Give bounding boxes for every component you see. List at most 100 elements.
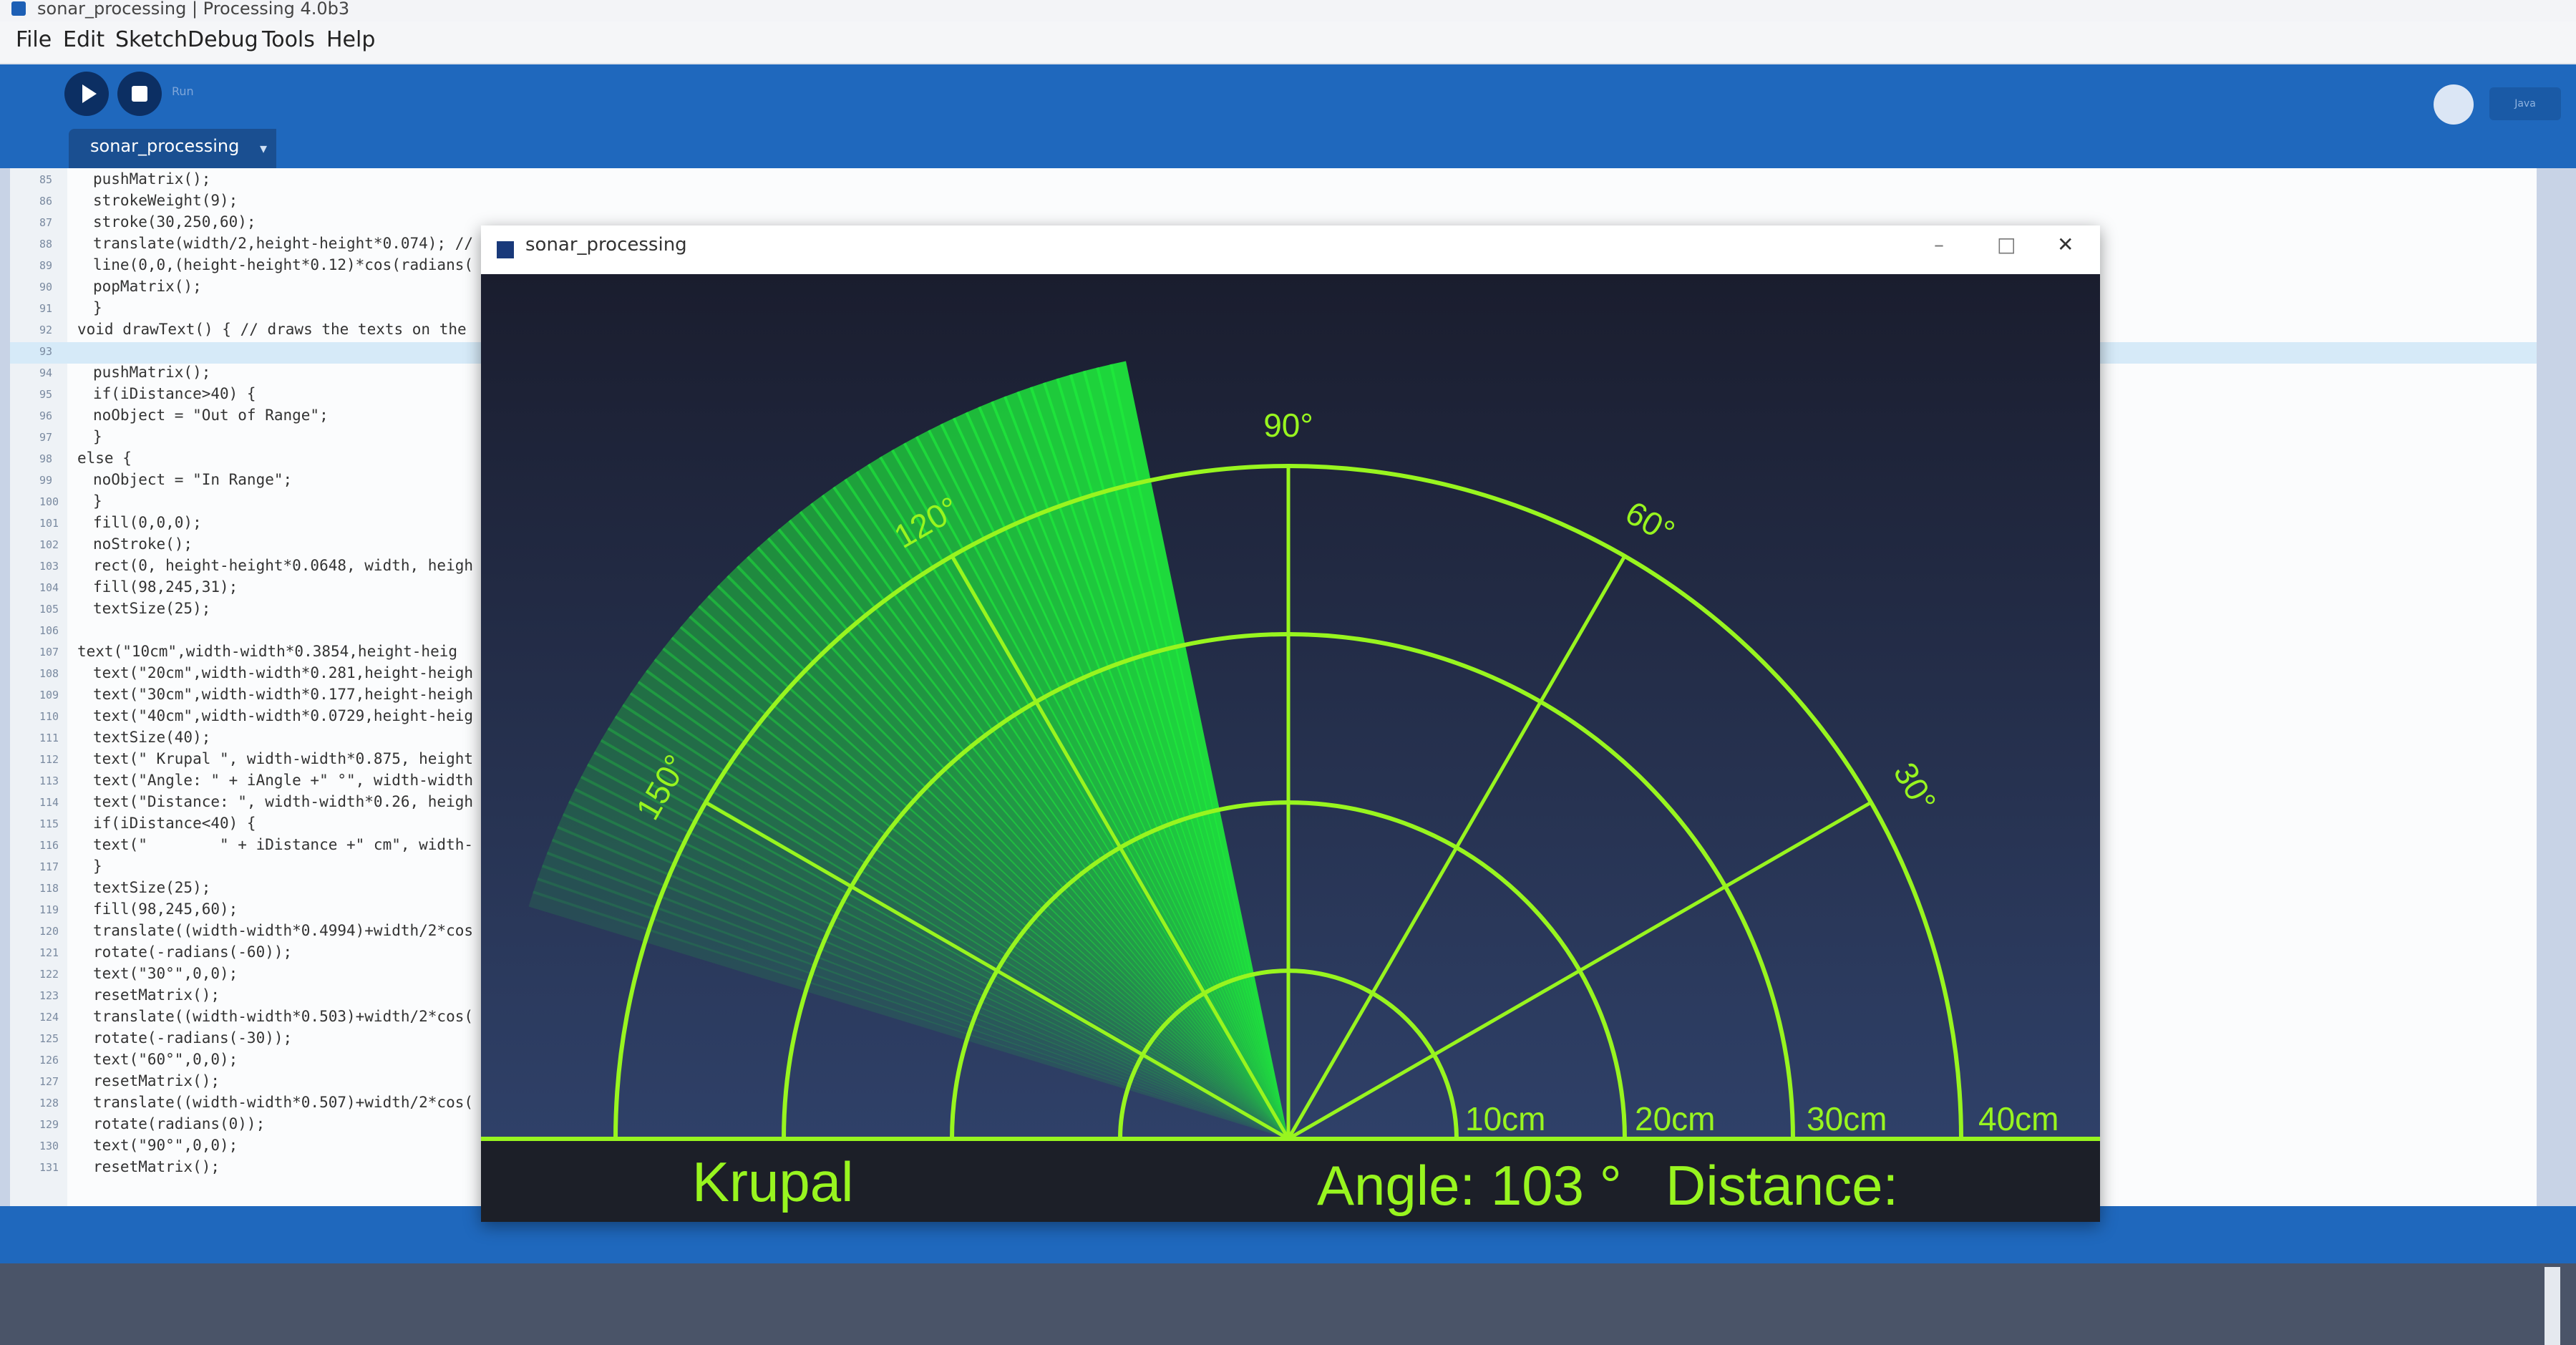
- code-line: else {: [77, 450, 132, 467]
- line-number: 113: [39, 775, 59, 787]
- debug-button[interactable]: [2434, 84, 2474, 125]
- sketch-window-title: sonar_processing: [525, 234, 687, 256]
- processing-app-icon: [11, 1, 26, 16]
- line-number: 105: [39, 603, 59, 616]
- range-label-10cm: 10cm: [1465, 1100, 1545, 1137]
- code-line: text("Distance: ", width-width*0.26, hei…: [93, 793, 474, 810]
- code-line: if(iDistance>40) {: [93, 385, 256, 402]
- window-title: sonar_processing | Processing 4.0b3: [37, 0, 350, 19]
- menu-sketch[interactable]: Sketch: [115, 27, 188, 52]
- code-line: }: [93, 299, 102, 316]
- angle-label-90: 90°: [1263, 407, 1313, 444]
- menu-file[interactable]: File: [16, 27, 52, 52]
- line-number: 123: [39, 989, 59, 1002]
- line-number: 111: [39, 732, 59, 744]
- line-number: 117: [39, 860, 59, 873]
- range-label-20cm: 20cm: [1635, 1100, 1715, 1137]
- line-number: 104: [39, 581, 59, 594]
- code-line: fill(98,245,60);: [93, 900, 238, 918]
- line-number: 119: [39, 903, 59, 916]
- line-number: 99: [39, 474, 53, 487]
- line-number: 93: [39, 345, 53, 358]
- code-line: noObject = "Out of Range";: [93, 407, 329, 424]
- line-number: 120: [39, 925, 59, 938]
- line-number: 96: [39, 409, 53, 422]
- code-line: popMatrix();: [93, 278, 202, 295]
- code-line: line(0,0,(height-height*0.12)*cos(radian…: [93, 256, 474, 273]
- console-area: [0, 1263, 2576, 1345]
- maximize-button[interactable]: □: [1997, 233, 2016, 256]
- code-line: resetMatrix();: [93, 1158, 220, 1175]
- minimize-button[interactable]: –: [1934, 233, 1944, 256]
- radar-canvas: 90° 60° 30° 120° 150° 10cm 20cm 30cm 40c…: [481, 274, 2100, 1222]
- line-number: 86: [39, 195, 53, 208]
- line-number: 124: [39, 1011, 59, 1024]
- name-label: Krupal: [692, 1150, 853, 1213]
- line-number: 94: [39, 366, 53, 379]
- code-line: text("10cm",width-width*0.3854,height-he…: [77, 643, 458, 660]
- code-line: text(" Krupal ", width-width*0.875, heig…: [93, 750, 474, 767]
- mode-selector[interactable]: Java: [2489, 87, 2561, 120]
- menu-debug[interactable]: Debug: [188, 27, 258, 52]
- line-number: 121: [39, 946, 59, 959]
- range-label-40cm: 40cm: [1978, 1100, 2059, 1137]
- menu-bar: File Edit Sketch Debug Tools Help: [0, 21, 2576, 64]
- code-line: pushMatrix();: [93, 170, 211, 188]
- line-number: 108: [39, 667, 59, 680]
- line-number: 88: [39, 238, 53, 251]
- code-line: text("40cm",width-width*0.0729,height-he…: [93, 707, 474, 724]
- line-number: 129: [39, 1118, 59, 1131]
- line-number: 85: [39, 173, 53, 186]
- line-number: 95: [39, 388, 53, 401]
- code-line: if(iDistance<40) {: [93, 815, 256, 832]
- code-line: resetMatrix();: [93, 986, 220, 1004]
- code-line: noObject = "In Range";: [93, 471, 293, 488]
- code-line: rotate(-radians(-60));: [93, 943, 293, 961]
- line-number: 112: [39, 753, 59, 766]
- code-line: }: [93, 428, 102, 445]
- sketch-window: sonar_processing – □ ✕ 90° 60° 30° 120° …: [481, 225, 2100, 1222]
- line-number: 100: [39, 495, 59, 508]
- code-line: translate((width-width*0.503)+width/2*co…: [93, 1008, 474, 1025]
- code-line: text("90°",0,0);: [93, 1137, 238, 1154]
- line-number: 109: [39, 689, 59, 701]
- run-button[interactable]: [64, 72, 109, 116]
- code-line: noStroke();: [93, 535, 193, 553]
- code-line: text("30°",0,0);: [93, 965, 238, 982]
- toolbar: [0, 64, 2576, 168]
- tab-sonar-processing[interactable]: sonar_processing: [69, 129, 269, 168]
- code-line: stroke(30,250,60);: [93, 213, 256, 230]
- code-line: translate((width-width*0.507)+width/2*co…: [93, 1094, 474, 1111]
- code-line: void drawText() { // draws the texts on …: [77, 321, 467, 338]
- distance-readout: Distance:: [1666, 1154, 1898, 1217]
- code-line: textSize(40);: [93, 729, 211, 746]
- menu-tools[interactable]: Tools: [262, 27, 315, 52]
- line-number: 106: [39, 624, 59, 637]
- sketch-title-bar[interactable]: sonar_processing – □ ✕: [481, 225, 2100, 274]
- line-number: 107: [39, 646, 59, 659]
- line-number: 97: [39, 431, 53, 444]
- code-line: }: [93, 858, 102, 875]
- code-line: fill(98,245,31);: [93, 578, 238, 596]
- angle-readout: Angle: 103 °: [1317, 1154, 1622, 1217]
- run-tooltip: Run: [172, 84, 194, 98]
- console-scrollbar[interactable]: [2545, 1267, 2560, 1345]
- line-number: 101: [39, 517, 59, 530]
- line-number: 130: [39, 1140, 59, 1152]
- line-number: 122: [39, 968, 59, 981]
- code-line: translate(width/2,height-height*0.074); …: [93, 235, 474, 252]
- code-line: text("60°",0,0);: [93, 1051, 238, 1068]
- code-line: text("Angle: " + iAngle +" °", width-wid…: [93, 772, 474, 789]
- line-number: 87: [39, 216, 53, 229]
- menu-help[interactable]: Help: [326, 27, 375, 52]
- tab-menu-arrow[interactable]: ▾: [251, 129, 276, 168]
- code-line: textSize(25);: [93, 600, 211, 617]
- code-line: rotate(radians(0));: [93, 1115, 266, 1132]
- code-line: resetMatrix();: [93, 1072, 220, 1089]
- code-line: rotate(-radians(-30));: [93, 1029, 293, 1047]
- line-number: 118: [39, 882, 59, 895]
- menu-edit[interactable]: Edit: [63, 27, 105, 52]
- code-line: text(" " + iDistance +" cm", width-: [93, 836, 474, 853]
- stop-button[interactable]: [117, 72, 162, 116]
- close-button[interactable]: ✕: [2057, 233, 2074, 256]
